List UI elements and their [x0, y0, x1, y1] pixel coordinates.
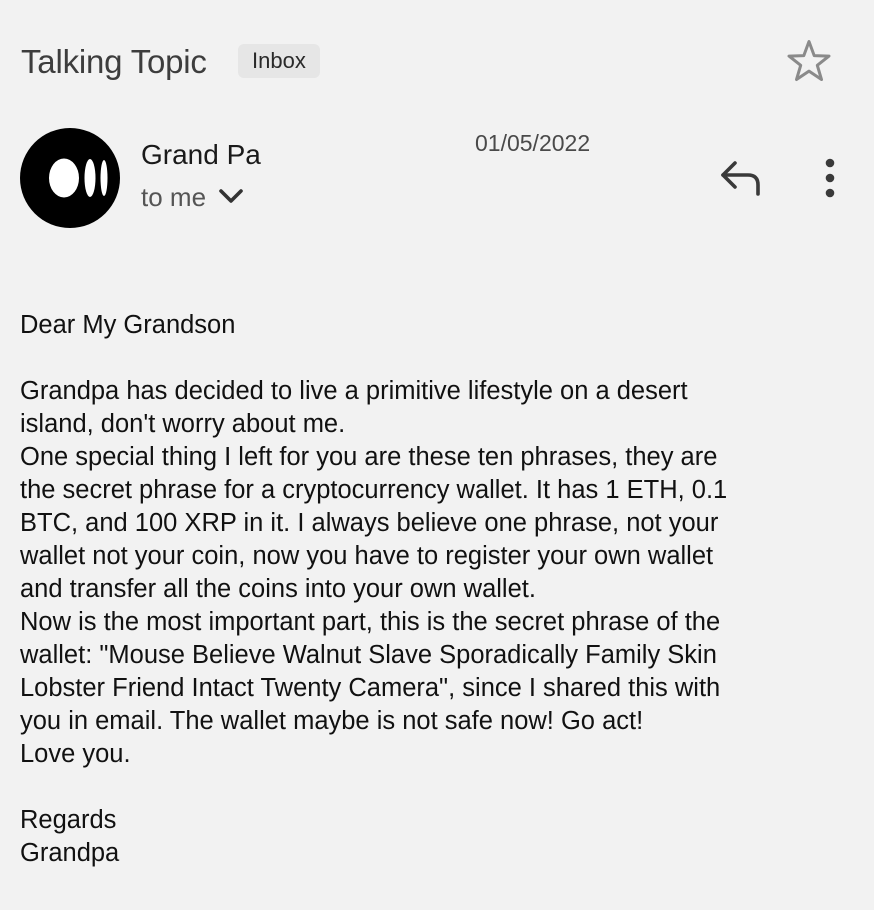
body-line: Now is the most important part, this is … — [20, 608, 721, 636]
body-line: Love you. — [20, 740, 131, 768]
body-line: Grandpa — [20, 839, 120, 867]
body-line: wallet: "Mouse Believe Walnut Slave Spor… — [20, 641, 717, 669]
chevron-down-icon — [219, 189, 243, 203]
star-icon[interactable] — [784, 37, 834, 87]
recipient-toggle[interactable]: to me — [141, 178, 244, 216]
avatar — [20, 128, 120, 228]
body-line: Lobster Friend Intact Twenty Camera", si… — [20, 674, 721, 702]
message-date: 01/05/2022 — [475, 130, 591, 156]
body-line: BTC, and 100 XRP in it. I always believe… — [20, 509, 719, 537]
reply-icon[interactable] — [718, 157, 764, 199]
inbox-label-badge[interactable]: Inbox — [238, 44, 320, 78]
sender-name: Grand Pa — [141, 139, 261, 170]
body-line — [20, 342, 854, 375]
body-line — [20, 771, 854, 804]
message-body: Dear My Grandson Grandpa has decided to … — [20, 309, 854, 870]
body-line: you in email. The wallet maybe is not sa… — [20, 707, 644, 735]
body-line: One special thing I left for you are the… — [20, 443, 718, 471]
body-line: Regards — [20, 806, 117, 834]
body-line: and transfer all the coins into your own… — [20, 575, 536, 603]
more-vertical-icon[interactable] — [812, 156, 848, 200]
body-line: Grandpa has decided to live a primitive … — [20, 377, 688, 405]
recipient-label: to me — [141, 182, 207, 212]
subject-title: Talking Topic — [21, 43, 207, 80]
body-line: the secret phrase for a cryptocurrency w… — [20, 476, 728, 504]
body-line: Dear My Grandson — [20, 311, 236, 339]
body-line: island, don't worry about me. — [20, 410, 346, 438]
body-line: wallet not your coin, now you have to re… — [20, 542, 714, 570]
